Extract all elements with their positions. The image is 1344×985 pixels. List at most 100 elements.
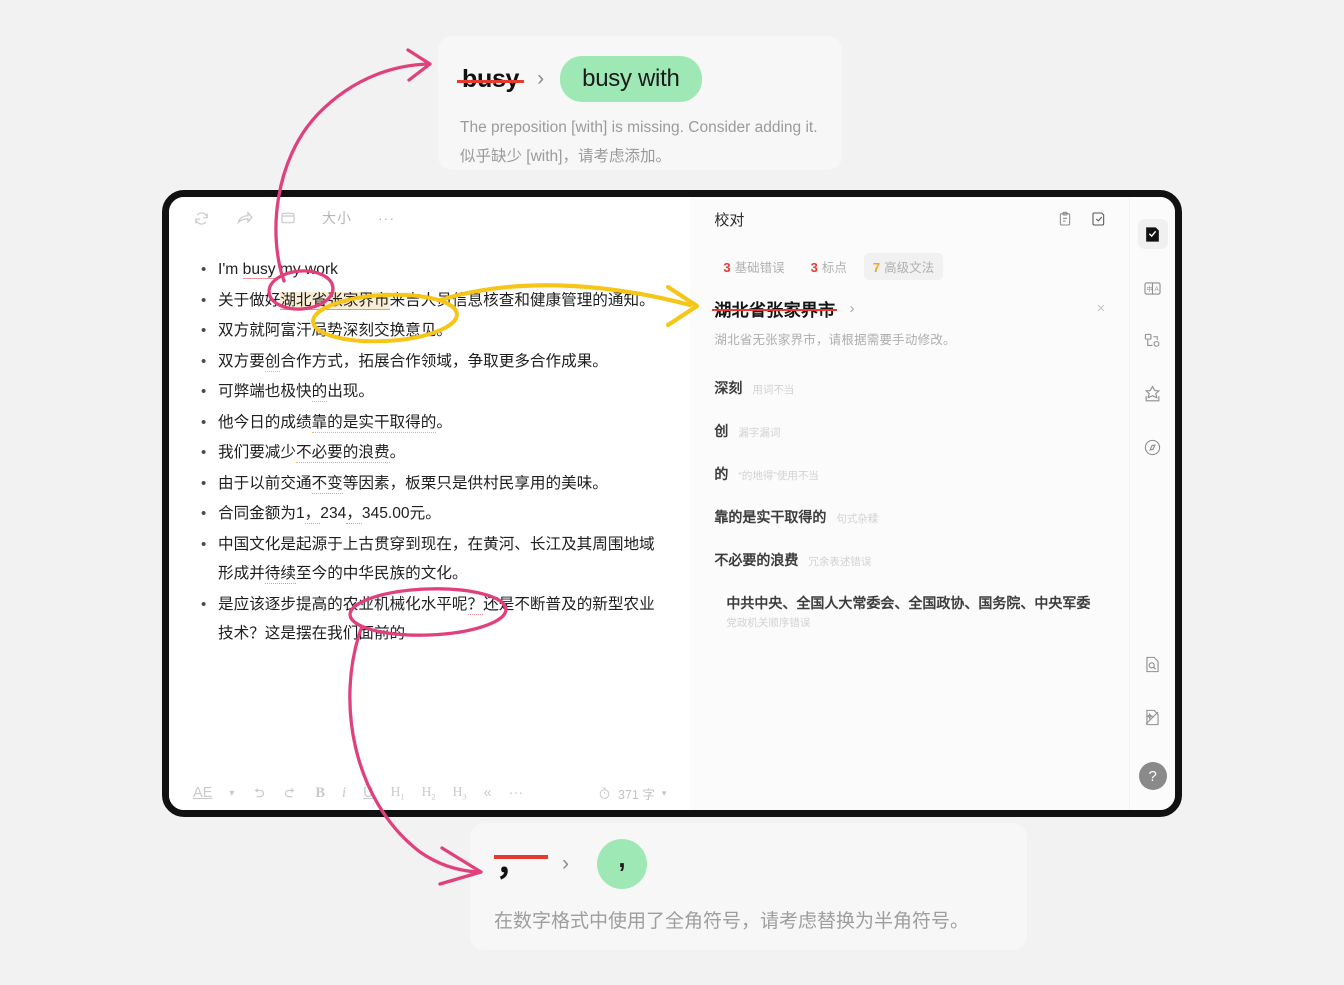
translate-icon[interactable]: 中 A <box>1139 274 1167 302</box>
badge-advanced-grammar[interactable]: 7 高级文法 <box>863 253 944 280</box>
badge-count: 7 <box>872 260 881 275</box>
chevron-right-icon: › <box>562 852 569 875</box>
editor-bottom-toolbar: AE ▾ B i U H1 H2 H3 « ··· 371 字 ▾ <box>169 776 690 810</box>
clipboard-icon[interactable] <box>1057 211 1073 227</box>
chevron-right-icon: › <box>537 67 545 90</box>
badge-basic-errors[interactable]: 3 基础错误 <box>714 253 793 280</box>
refresh-icon[interactable] <box>193 210 210 227</box>
style-caret-icon[interactable]: ▾ <box>229 788 234 799</box>
document-sparkle-icon[interactable] <box>1139 703 1167 731</box>
doc-line: 可弊端也极快的出现。 <box>201 377 664 407</box>
app-window: 大小 ··· I'm busy my work 关于做好湖北省张家界市来吉人员信… <box>162 190 1182 817</box>
punctuation-suggestion-popup-bottom[interactable]: ， › , 在数字格式中使用了全角符号，请考虑替换为半角符号。 <box>470 823 1027 950</box>
suggestion-item[interactable]: 深刻 用词不当 <box>714 366 1105 409</box>
share-icon[interactable] <box>236 209 254 227</box>
star-box-icon[interactable] <box>1139 380 1167 408</box>
heading3-button[interactable]: H3 <box>453 784 467 802</box>
badge-label: 标点 <box>821 261 847 275</box>
more-options-button[interactable]: ··· <box>378 210 395 226</box>
badge-punctuation[interactable]: 3 标点 <box>802 253 856 280</box>
suggestion-tag: 漏字漏词 <box>738 427 781 439</box>
suggestion-term: 深刻 <box>714 380 743 396</box>
suggestion-description: 湖北省无张家界市，请根据需要手动修改。 <box>714 333 956 347</box>
annotation-arrow-busy-head <box>406 48 432 82</box>
badge-count: 3 <box>810 260 818 275</box>
suggestion-item[interactable]: 的 “的地得”使用不当 <box>714 452 1105 495</box>
redo-icon[interactable] <box>283 786 298 801</box>
card-icon[interactable] <box>280 210 296 226</box>
suggestion-tag: 冗余表述错误 <box>808 556 872 568</box>
editor-top-toolbar: 大小 ··· <box>169 197 690 239</box>
timer-icon <box>598 787 611 800</box>
suggestion-item-active[interactable]: 湖北省张家界市 › × 湖北省无张家界市，请根据需要手动修改。 <box>712 296 1106 366</box>
quote-button[interactable]: « <box>484 785 492 801</box>
chevron-right-icon[interactable]: › <box>849 300 854 317</box>
doc-line: 双方就阿富汗局势深刻交换意见。 <box>201 316 664 346</box>
proofread-icon[interactable] <box>1137 219 1168 249</box>
suggestion-list: 湖北省张家界市 › × 湖北省无张家界市，请根据需要手动修改。 深刻 用词不当 … <box>690 280 1129 639</box>
suggestion-term: 不必要的浪费 <box>714 552 799 568</box>
error-category-badges: 3 基础错误 3 标点 7 高级文法 <box>690 241 1129 280</box>
font-size-button[interactable]: 大小 <box>322 208 352 228</box>
suggestion-description-en: The preposition [with] is missing. Consi… <box>460 119 818 136</box>
doc-line: 双方要创合作方式，拓展合作领域，争取更多合作成果。 <box>201 347 664 377</box>
doc-line: 我们要减少不必要的浪费。 <box>201 438 664 468</box>
suggestion-item[interactable]: 中共中央、全国人大常委会、全国政协、国务院、中央军委 党政机关顺序错误 <box>714 581 1105 639</box>
underline-button[interactable]: U <box>363 785 373 801</box>
suggestion-term: 的 <box>714 466 729 482</box>
help-button[interactable]: ? <box>1138 762 1167 790</box>
style-picker-label: AE <box>193 785 213 801</box>
document-search-icon[interactable] <box>1139 650 1167 678</box>
doc-line: 他今日的成绩靠的是实干取得的。 <box>201 408 664 438</box>
suggestion-item[interactable]: 不必要的浪费 冗余表述错误 <box>714 538 1105 581</box>
suggestion-tag: 党政机关顺序错误 <box>726 617 811 629</box>
original-punctuation: ， <box>494 847 548 881</box>
panel-title: 校对 <box>714 211 745 229</box>
heading1-button[interactable]: H1 <box>391 784 405 802</box>
document-body[interactable]: I'm busy my work 关于做好湖北省张家界市来吉人员信息核查和健康管… <box>169 239 690 776</box>
undo-icon[interactable] <box>251 786 266 801</box>
panel-header-actions <box>1057 211 1107 227</box>
word-count-group[interactable]: 371 字 ▾ <box>598 784 666 803</box>
svg-text:中: 中 <box>1146 283 1152 292</box>
doc-line: 中国文化是起源于上古贯穿到现在，在黄河、长江及其周围地域形成并待续至今的中华民族… <box>201 530 664 589</box>
svg-text:A: A <box>1155 285 1160 292</box>
heading2-button[interactable]: H2 <box>422 784 436 802</box>
document-editor-pane: 大小 ··· I'm busy my work 关于做好湖北省张家界市来吉人员信… <box>169 197 691 810</box>
flow-diagram-icon[interactable] <box>1139 327 1167 355</box>
suggestion-row: busy › busy with <box>456 54 820 104</box>
grammar-suggestion-popup-top[interactable]: busy › busy with The preposition [with] … <box>438 36 842 170</box>
suggestion-item[interactable]: 靠的是实干取得的 句式杂糅 <box>714 495 1105 538</box>
proofread-panel: 校对 3 基础错误 3 标点 7 高级文法 湖北省张家界市 › × 湖北省无张家… <box>690 197 1130 810</box>
close-icon[interactable]: × <box>1097 300 1106 317</box>
doc-line: 是应该逐步提高的农业机械化水平呢？还是不断普及的新型农业技术？这是摆在我们面前的 <box>201 590 664 649</box>
doc-line: I'm busy my work <box>201 255 664 285</box>
doc-line: 由于以前交通不变等因素，板栗只是供村民享用的美味。 <box>201 469 664 499</box>
italic-button[interactable]: i <box>342 785 346 802</box>
toolbar-more-button[interactable]: ··· <box>509 785 524 801</box>
checklist-icon[interactable] <box>1091 211 1107 227</box>
suggestion-tag: “的地得”使用不当 <box>738 470 819 482</box>
suggestion-term: 湖北省张家界市 <box>712 296 838 321</box>
suggestion-term: 中共中央、全国人大常委会、全国政协、国务院、中央军委 <box>726 595 1091 611</box>
suggested-punctuation-button[interactable]: , <box>597 839 647 889</box>
document-list: I'm busy my work 关于做好湖北省张家界市来吉人员信息核查和健康管… <box>201 255 664 649</box>
right-icon-rail: 中 A ? <box>1129 197 1175 810</box>
style-picker-button[interactable]: AE <box>193 785 212 801</box>
bold-button[interactable]: B <box>315 785 325 802</box>
badge-count: 3 <box>723 260 731 275</box>
suggestion-header-row: 湖北省张家界市 › × <box>712 296 1106 321</box>
compass-icon[interactable] <box>1139 433 1167 461</box>
suggestion-term: 靠的是实干取得的 <box>714 509 827 525</box>
suggestion-tag: 句式杂糅 <box>836 513 879 525</box>
doc-line: 关于做好湖北省张家界市来吉人员信息核查和健康管理的通知。 <box>201 286 664 316</box>
suggestion-row: ， › , <box>494 839 1003 889</box>
suggestion-item[interactable]: 创 漏字漏词 <box>714 409 1105 452</box>
word-count-label: 371 字 <box>618 787 655 802</box>
badge-label: 基础错误 <box>734 261 785 275</box>
doc-line: 合同金额为1，234，345.00元。 <box>201 499 664 529</box>
suggestion-description-zh: 在数字格式中使用了全角符号，请考虑替换为半角符号。 <box>494 911 970 932</box>
badge-label: 高级文法 <box>884 261 935 275</box>
suggested-replacement-button[interactable]: busy with <box>560 56 702 102</box>
suggestion-tag: 用词不当 <box>752 384 795 396</box>
